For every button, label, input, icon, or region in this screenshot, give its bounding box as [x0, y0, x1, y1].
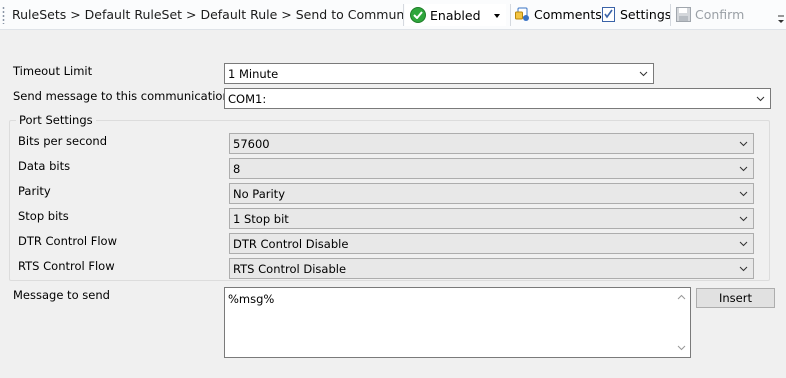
port-select[interactable]: COM1:	[224, 88, 771, 109]
toolbar: RuleSets > Default RuleSet > Default Rul…	[0, 0, 786, 30]
chevron-down-icon	[739, 166, 748, 172]
port-value: COM1:	[228, 92, 267, 106]
comments-button[interactable]: Comments	[515, 4, 602, 26]
parity-label: Parity	[18, 184, 51, 198]
dtr-control-flow-select[interactable]: DTR Control Disable	[229, 233, 754, 254]
port-settings-title: Port Settings	[16, 113, 96, 127]
status-label: Enabled	[430, 8, 481, 23]
timeout-value: 1 Minute	[228, 67, 279, 81]
rts-control-flow-label: RTS Control Flow	[18, 259, 115, 273]
insert-button[interactable]: Insert	[696, 288, 775, 308]
comments-label: Comments	[534, 7, 602, 22]
toolbar-separator	[670, 4, 671, 26]
dtr-control-flow-value: DTR Control Disable	[233, 237, 349, 251]
stop-bits-value: 1 Stop bit	[233, 212, 289, 226]
chevron-down-icon	[739, 216, 748, 222]
chevron-down-icon	[739, 266, 748, 272]
chevron-down-icon	[739, 191, 748, 197]
bits-per-second-label: Bits per second	[18, 134, 108, 148]
chevron-down-icon	[494, 14, 500, 18]
toolbar-overflow-icon[interactable]	[777, 15, 785, 25]
confirm-button[interactable]: Confirm	[676, 4, 746, 26]
check-circle-icon	[410, 7, 426, 23]
settings-button[interactable]: Settings	[601, 4, 671, 26]
toolbar-grip[interactable]	[2, 6, 5, 24]
chevron-down-icon	[739, 141, 748, 147]
parity-value: No Parity	[233, 187, 285, 201]
timeout-select[interactable]: 1 Minute	[224, 63, 654, 84]
scroll-down-icon[interactable]	[677, 345, 686, 351]
save-disk-icon	[676, 7, 691, 22]
data-bits-select[interactable]: 8	[229, 158, 754, 179]
dtr-control-flow-label: DTR Control Flow	[18, 234, 118, 248]
message-value: %msg%	[228, 292, 275, 306]
chevron-down-icon	[639, 71, 648, 77]
timeout-label: Timeout Limit	[13, 64, 93, 78]
data-bits-value: 8	[233, 162, 241, 176]
bits-per-second-select[interactable]: 57600	[229, 133, 754, 154]
toolbar-separator	[403, 4, 404, 26]
data-bits-label: Data bits	[18, 159, 71, 173]
comments-icon	[515, 7, 529, 21]
message-textarea[interactable]: %msg%	[224, 287, 691, 358]
chevron-down-icon	[756, 96, 765, 102]
stop-bits-select[interactable]: 1 Stop bit	[229, 208, 754, 229]
parity-select[interactable]: No Parity	[229, 183, 754, 204]
message-label: Message to send	[13, 288, 110, 302]
port-label: Send message to this communication port	[13, 89, 257, 103]
confirm-label: Confirm	[695, 7, 745, 22]
chevron-down-icon	[739, 241, 748, 247]
rts-control-flow-select[interactable]: RTS Control Disable	[229, 258, 754, 279]
scroll-up-icon[interactable]	[677, 294, 686, 300]
toolbar-separator	[510, 4, 511, 26]
stop-bits-label: Stop bits	[18, 209, 69, 223]
status-dropdown[interactable]: Enabled	[405, 4, 506, 26]
bits-per-second-value: 57600	[233, 137, 270, 151]
settings-checklist-icon	[602, 7, 615, 22]
rts-control-flow-value: RTS Control Disable	[233, 262, 347, 276]
settings-label: Settings	[620, 7, 672, 22]
